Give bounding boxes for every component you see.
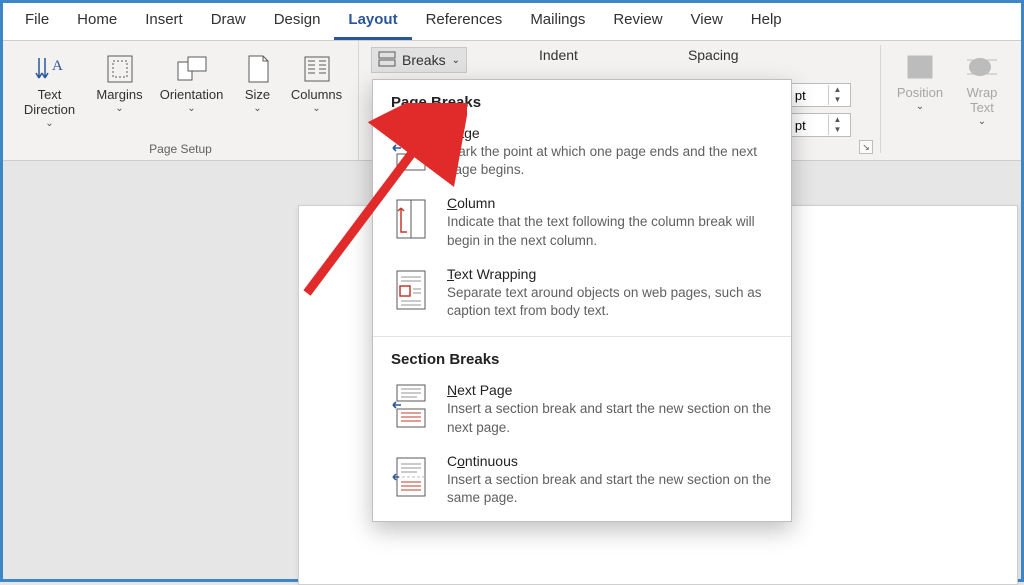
size-button[interactable]: Size ⌄ (232, 47, 284, 132)
wrap-text-button: Wrap Text ⌄ (953, 45, 1011, 130)
next-page-section-break-icon (389, 382, 433, 430)
text-wrapping-break-title: Text Wrapping (447, 266, 775, 282)
paragraph-dialog-launcher[interactable]: ↘ (859, 140, 873, 154)
chevron-down-icon: ⌄ (452, 55, 460, 66)
continuous-section-break-title: Continuous (447, 453, 775, 469)
menu-item-column-break[interactable]: Column Indicate that the text following … (373, 189, 791, 259)
text-wrapping-break-icon (389, 266, 433, 314)
breaks-label: Breaks (402, 52, 446, 68)
columns-label: Columns (291, 88, 342, 103)
ribbon-group-arrange: Position ⌄ Wrap Text ⌄ (880, 45, 1011, 153)
column-break-icon (389, 195, 433, 243)
spinner-up-icon[interactable]: ▲ (829, 85, 846, 95)
spinner-down-icon[interactable]: ▼ (829, 125, 846, 135)
wrap-text-label: Wrap Text (956, 86, 1008, 116)
tab-design[interactable]: Design (260, 4, 335, 40)
breaks-button[interactable]: Breaks ⌄ (371, 47, 467, 73)
size-label: Size (245, 88, 270, 103)
spinner-up-icon[interactable]: ▲ (829, 115, 846, 125)
indent-header: Indent (539, 47, 578, 63)
svg-text:A: A (52, 58, 63, 74)
columns-icon (300, 52, 334, 86)
margins-button[interactable]: Margins ⌄ (88, 47, 152, 132)
breaks-dropdown: Page Breaks Page Mark the point at which… (372, 79, 792, 522)
columns-button[interactable]: Columns ⌄ (286, 47, 348, 132)
spinner-down-icon[interactable]: ▼ (829, 95, 846, 105)
size-icon (241, 52, 275, 86)
tab-mailings[interactable]: Mailings (516, 4, 599, 40)
chevron-down-icon: ⌄ (187, 103, 195, 115)
tab-layout[interactable]: Layout (334, 4, 411, 40)
position-icon (903, 50, 937, 84)
chevron-down-icon: ⌄ (45, 118, 53, 130)
tab-home[interactable]: Home (63, 4, 131, 40)
tab-strip: File Home Insert Draw Design Layout Refe… (3, 3, 1021, 41)
tab-draw[interactable]: Draw (197, 4, 260, 40)
text-wrapping-break-desc: Separate text around objects on web page… (447, 284, 775, 320)
tab-file[interactable]: File (11, 4, 63, 40)
next-page-section-break-desc: Insert a section break and start the new… (447, 400, 775, 436)
tab-references[interactable]: References (412, 4, 517, 40)
margins-icon (103, 52, 137, 86)
section-breaks-section-header: Section Breaks (373, 337, 791, 376)
margins-label: Margins (96, 88, 142, 103)
chevron-down-icon: ⌄ (978, 116, 986, 128)
chevron-down-icon: ⌄ (916, 101, 924, 113)
page-breaks-section-header: Page Breaks (373, 80, 791, 119)
page-break-title: Page (447, 125, 775, 141)
continuous-section-break-icon (389, 453, 433, 501)
chevron-down-icon: ⌄ (115, 103, 123, 115)
spacing-header: Spacing (688, 47, 739, 63)
orientation-label: Orientation (160, 88, 224, 103)
tab-view[interactable]: View (677, 4, 737, 40)
page-break-desc: Mark the point at which one page ends an… (447, 143, 775, 179)
page-setup-group-label: Page Setup (3, 142, 358, 156)
tab-insert[interactable]: Insert (131, 4, 197, 40)
orientation-icon (175, 52, 209, 86)
menu-item-next-page-section-break[interactable]: Next Page Insert a section break and sta… (373, 376, 791, 446)
next-page-section-break-title: Next Page (447, 382, 775, 398)
breaks-icon (378, 51, 396, 70)
chevron-down-icon: ⌄ (312, 103, 320, 115)
position-label: Position (897, 86, 943, 101)
menu-item-page-break[interactable]: Page Mark the point at which one page en… (373, 119, 791, 189)
chevron-down-icon: ⌄ (253, 103, 261, 115)
text-direction-icon: A (33, 52, 67, 86)
menu-item-text-wrapping-break[interactable]: Text Wrapping Separate text around objec… (373, 260, 791, 330)
text-direction-label: Text Direction (17, 88, 83, 118)
page-break-icon (389, 125, 433, 173)
position-button: Position ⌄ (891, 45, 949, 115)
tab-review[interactable]: Review (599, 4, 676, 40)
text-direction-button[interactable]: A Text Direction ⌄ (14, 47, 86, 132)
wrap-text-icon (965, 50, 999, 84)
ribbon-group-page-setup: A Text Direction ⌄ Margins ⌄ Orientation… (3, 41, 359, 160)
continuous-section-break-desc: Insert a section break and start the new… (447, 471, 775, 507)
column-break-desc: Indicate that the text following the col… (447, 213, 775, 249)
menu-item-continuous-section-break[interactable]: Continuous Insert a section break and st… (373, 447, 791, 517)
tab-help[interactable]: Help (737, 4, 796, 40)
orientation-button[interactable]: Orientation ⌄ (154, 47, 230, 132)
column-break-title: Column (447, 195, 775, 211)
